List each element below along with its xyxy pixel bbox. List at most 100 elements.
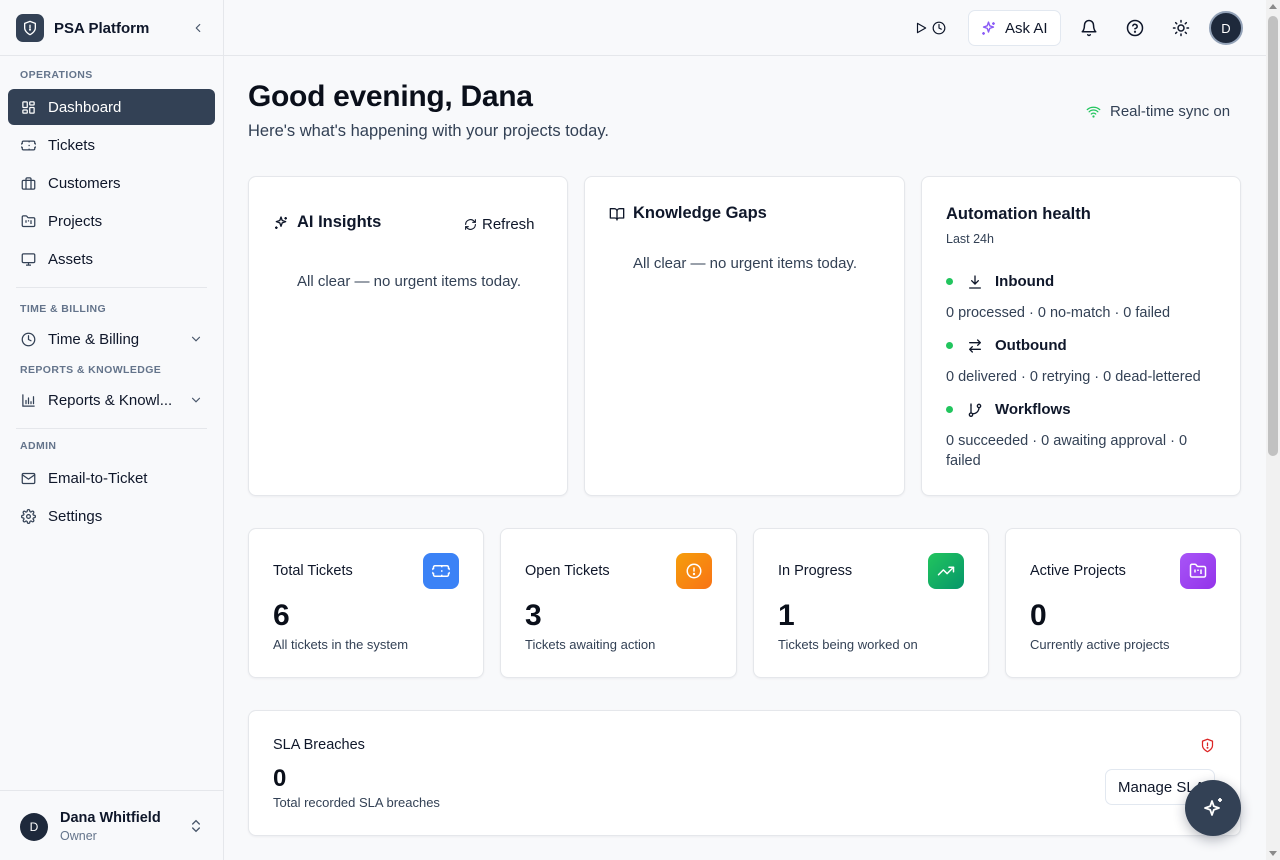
scroll-up-arrow[interactable] <box>1269 4 1277 9</box>
stat-card-total-tickets[interactable]: Total Tickets 6 All tickets in the syste… <box>248 528 484 678</box>
chevron-down-icon <box>191 397 201 403</box>
refresh-button[interactable]: Refresh <box>464 216 535 233</box>
refresh-label: Refresh <box>482 216 535 233</box>
automation-row-inbound: Inbound <box>946 273 1054 290</box>
stat-title: Total Tickets <box>273 563 353 579</box>
sidebar-item-label: Projects <box>48 212 103 230</box>
automation-row-detail: 0 succeeded · 0 awaiting approval · 0 fa… <box>946 433 1188 469</box>
section-label-time-billing: TIME & BILLING <box>20 303 107 315</box>
sidebar: PSA Platform OPERATIONS Dashboard Ticket… <box>0 0 224 860</box>
stat-value: 3 <box>525 599 542 632</box>
stat-title: In Progress <box>778 563 853 579</box>
clock-icon <box>20 331 36 347</box>
stat-card-open-tickets[interactable]: Open Tickets 3 Tickets awaiting action <box>500 528 737 678</box>
sidebar-item-label: Assets <box>48 250 94 268</box>
user-menu[interactable]: D Dana Whitfield Owner <box>0 790 224 860</box>
sidebar-item-dashboard[interactable]: Dashboard <box>8 89 215 125</box>
stat-description: All tickets in the system <box>273 637 409 652</box>
stat-title: Active Projects <box>1030 563 1126 579</box>
git-branch-icon <box>968 402 982 417</box>
scrollbar[interactable] <box>1266 0 1280 860</box>
sidebar-item-label: Reports & Knowl... <box>48 391 173 409</box>
sidebar-item-label: Customers <box>48 174 121 192</box>
download-icon <box>969 274 981 289</box>
ticket-icon <box>423 553 459 589</box>
divider <box>16 287 207 288</box>
sidebar-item-label: Settings <box>48 507 103 525</box>
status-dot <box>946 406 953 413</box>
page-subtitle: Here's what's happening with your projec… <box>248 122 609 140</box>
status-dot <box>946 278 953 285</box>
book-open-icon <box>609 208 625 221</box>
sparkles-icon <box>275 216 287 229</box>
automation-row-workflows: Workflows <box>946 401 1071 418</box>
briefcase-icon <box>20 175 36 191</box>
notifications-button[interactable] <box>1077 16 1101 40</box>
section-label-admin: ADMIN <box>20 440 57 452</box>
automation-row-detail: 0 processed · 0 no-match · 0 failed <box>946 305 1171 321</box>
automation-row-label: Outbound <box>995 337 1067 354</box>
gear-icon <box>20 508 36 524</box>
play-icon <box>916 22 927 34</box>
automation-subtitle: Last 24h <box>946 232 994 246</box>
sidebar-item-customers[interactable]: Customers <box>8 165 215 201</box>
stat-card-in-progress[interactable]: In Progress 1 Tickets being worked on <box>753 528 989 678</box>
sidebar-item-reports-knowledge[interactable]: Reports & Knowl... <box>8 382 215 418</box>
alert-circle-icon <box>676 553 712 589</box>
bar-chart-icon <box>20 392 36 408</box>
stat-value: 6 <box>273 599 290 632</box>
automation-title: Automation health <box>946 205 1091 223</box>
clock-icon <box>932 21 946 35</box>
ask-ai-label: Ask AI <box>1005 19 1048 37</box>
sync-label: Real-time sync on <box>1110 103 1231 120</box>
page-title: Good evening, Dana <box>248 80 533 113</box>
sync-status: Real-time sync on <box>1086 103 1230 120</box>
sun-icon <box>1172 19 1190 37</box>
stat-card-active-projects[interactable]: Active Projects 0 Currently active proje… <box>1005 528 1241 678</box>
scrollbar-thumb[interactable] <box>1268 16 1278 456</box>
sidebar-item-tickets[interactable]: Tickets <box>8 127 215 163</box>
monitor-icon <box>20 251 36 267</box>
collapse-sidebar-button[interactable] <box>188 18 208 38</box>
chevron-down-icon <box>191 336 201 342</box>
ask-ai-button[interactable]: Ask AI <box>968 10 1061 46</box>
sidebar-item-email-to-ticket[interactable]: Email-to-Ticket <box>8 460 215 496</box>
help-circle-icon <box>1126 19 1144 37</box>
sidebar-item-time-billing[interactable]: Time & Billing <box>8 321 215 357</box>
ai-assistant-fab[interactable] <box>1185 780 1241 836</box>
stat-value: 0 <box>1030 599 1047 632</box>
chevrons-up-down-icon[interactable] <box>188 817 204 835</box>
time-tracker-button[interactable] <box>914 18 950 38</box>
automation-row-outbound: Outbound <box>946 337 1067 354</box>
sidebar-item-projects[interactable]: Projects <box>8 203 215 239</box>
automation-row-label: Inbound <box>995 273 1055 290</box>
knowledge-gaps-card: Knowledge Gaps All clear — no urgent ite… <box>584 176 905 496</box>
sidebar-item-settings[interactable]: Settings <box>8 498 215 534</box>
theme-toggle-button[interactable] <box>1169 16 1193 40</box>
knowledge-gaps-title: Knowledge Gaps <box>633 204 767 222</box>
help-button[interactable] <box>1123 16 1147 40</box>
ai-insights-title: AI Insights <box>297 213 382 231</box>
mail-icon <box>20 470 36 486</box>
bell-icon <box>1081 19 1097 37</box>
sla-title: SLA Breaches <box>273 737 365 753</box>
user-name: Dana Whitfield <box>60 810 161 826</box>
divider <box>0 55 224 56</box>
sla-breaches-card: SLA Breaches 0 Total recorded SLA breach… <box>248 710 1241 836</box>
ai-insights-card: AI Insights Refresh All clear — no urgen… <box>248 176 568 496</box>
scroll-down-arrow[interactable] <box>1269 851 1277 856</box>
stat-value: 1 <box>778 599 795 632</box>
divider <box>16 428 207 429</box>
avatar[interactable]: D <box>1209 11 1243 45</box>
sidebar-item-assets[interactable]: Assets <box>8 241 215 277</box>
brand: PSA Platform <box>16 14 208 42</box>
folder-kanban-icon <box>1180 553 1216 589</box>
sla-value: 0 <box>273 765 287 792</box>
brand-name: PSA Platform <box>54 19 150 37</box>
wifi-icon <box>1086 106 1101 118</box>
automation-row-label: Workflows <box>995 401 1071 418</box>
automation-row-detail: 0 delivered · 0 retrying · 0 dead-letter… <box>946 369 1201 385</box>
dashboard-icon <box>20 99 36 115</box>
avatar: D <box>20 813 48 841</box>
shield-logo-icon <box>16 14 44 42</box>
